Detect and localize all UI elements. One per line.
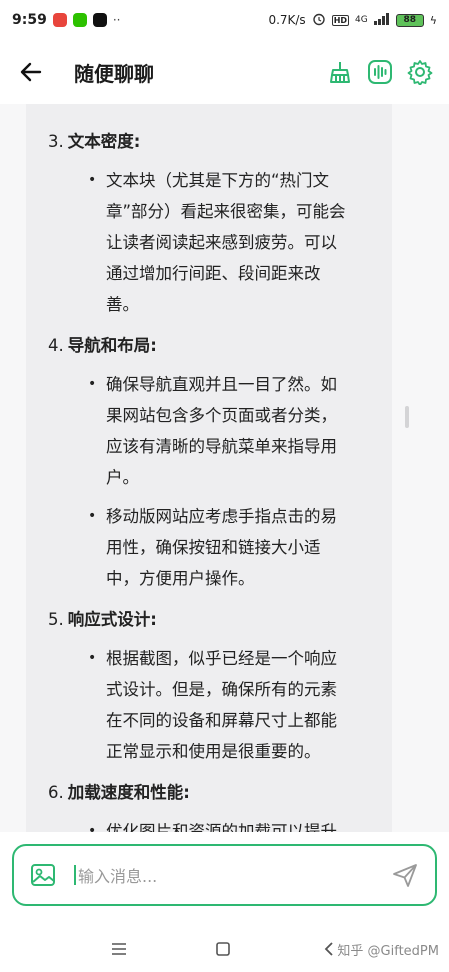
chat-content[interactable]: 3. 文本密度: • 文本块（尤其是下方的“热门文 章”部分）看起来很密集，可能… bbox=[0, 104, 449, 832]
image-upload-icon[interactable] bbox=[28, 860, 58, 890]
chat-header: 随便聊聊 bbox=[0, 40, 449, 104]
section-number: 3. bbox=[48, 132, 64, 151]
page-title: 随便聊聊 bbox=[74, 61, 154, 86]
menu-icon[interactable] bbox=[108, 938, 130, 960]
bullet-dot-icon: • bbox=[88, 650, 97, 666]
app-red-icon bbox=[52, 13, 67, 27]
bullet-dot-icon: • bbox=[88, 376, 97, 392]
scrollbar-thumb[interactable] bbox=[405, 406, 409, 428]
list-item: • 确保导航直观并且一目了然。如 果网站包含多个页面或者分类， 应该有清晰的导航… bbox=[48, 369, 392, 493]
tiktok-icon bbox=[92, 13, 107, 27]
section-number: 6. bbox=[48, 783, 64, 802]
hd-icon: HD bbox=[331, 14, 350, 26]
alarm-icon bbox=[312, 12, 326, 29]
message-input[interactable]: 输入消息... bbox=[74, 860, 389, 890]
charging-icon: ϟ bbox=[429, 13, 437, 27]
message-input-placeholder: 输入消息... bbox=[78, 867, 158, 886]
clear-broom-icon[interactable] bbox=[325, 57, 355, 87]
bullet-dot-icon: • bbox=[88, 508, 97, 524]
section-title: 响应式设计: bbox=[67, 610, 157, 629]
bullet-dot-icon: • bbox=[88, 172, 97, 188]
section-title: 文本密度: bbox=[67, 132, 141, 151]
bullet-text: 根据截图，似乎已经是一个响应 式设计。但是，确保所有的元素 在不同的设备和屏幕尺… bbox=[106, 649, 337, 761]
send-icon[interactable] bbox=[389, 859, 421, 891]
section-heading: 3. 文本密度: bbox=[48, 126, 392, 157]
voice-wave-icon[interactable] bbox=[365, 57, 395, 87]
message-input-box: 输入消息... bbox=[12, 844, 437, 906]
list-item: • 文本块（尤其是下方的“热门文 章”部分）看起来很密集，可能会 让读者阅读起来… bbox=[48, 165, 392, 320]
list-item: • 移动版网站应考虑手指点击的易 用性，确保按钮和链接大小适 中，方便用户操作。 bbox=[48, 501, 392, 594]
status-time: 9:59 bbox=[12, 12, 47, 28]
list-item: • 优化图片和资源的加载可以提升 网站性能，减少用户等待时间。 bbox=[48, 816, 392, 832]
back-arrow-icon[interactable] bbox=[14, 55, 48, 89]
more-dots-icon: ·· bbox=[112, 13, 121, 27]
section-heading: 4. 导航和布局: bbox=[48, 330, 392, 361]
status-bar: 9:59 ·· 0.7K/s HD 4G 88 ϟ bbox=[0, 0, 449, 40]
system-nav-bar: 知乎 @GiftedPM bbox=[0, 926, 449, 972]
bullet-dot-icon: • bbox=[88, 823, 97, 832]
settings-gear-icon[interactable] bbox=[405, 57, 435, 87]
list-item: • 根据截图，似乎已经是一个响应 式设计。但是，确保所有的元素 在不同的设备和屏… bbox=[48, 643, 392, 767]
bullet-text: 文本块（尤其是下方的“热门文 章”部分）看起来很密集，可能会 让读者阅读起来感到… bbox=[106, 171, 346, 314]
section-heading: 6. 加载速度和性能: bbox=[48, 777, 392, 808]
composer: 输入消息... bbox=[0, 832, 449, 926]
section-title: 加载速度和性能: bbox=[67, 783, 190, 802]
watermark-text: 知乎 @GiftedPM bbox=[337, 944, 439, 959]
section-title: 导航和布局: bbox=[67, 336, 157, 355]
section-heading: 5. 响应式设计: bbox=[48, 604, 392, 635]
network-type: 4G bbox=[355, 15, 368, 25]
assistant-message-bubble: 3. 文本密度: • 文本块（尤其是下方的“热门文 章”部分）看起来很密集，可能… bbox=[26, 104, 392, 832]
text-caret bbox=[74, 865, 76, 885]
wechat-icon bbox=[72, 13, 87, 27]
section-number: 4. bbox=[48, 336, 64, 355]
signal-icon bbox=[373, 12, 390, 28]
battery-icon: 88 bbox=[395, 13, 424, 27]
network-speed: 0.7K/s bbox=[268, 13, 306, 27]
home-square-icon[interactable] bbox=[212, 938, 234, 960]
bullet-text: 移动版网站应考虑手指点击的易 用性，确保按钮和链接大小适 中，方便用户操作。 bbox=[106, 507, 337, 588]
section-number: 5. bbox=[48, 610, 64, 629]
bullet-text: 优化图片和资源的加载可以提升 网站性能，减少用户等待时间。 bbox=[106, 822, 337, 832]
bullet-text: 确保导航直观并且一目了然。如 果网站包含多个页面或者分类， 应该有清晰的导航菜单… bbox=[106, 375, 337, 487]
